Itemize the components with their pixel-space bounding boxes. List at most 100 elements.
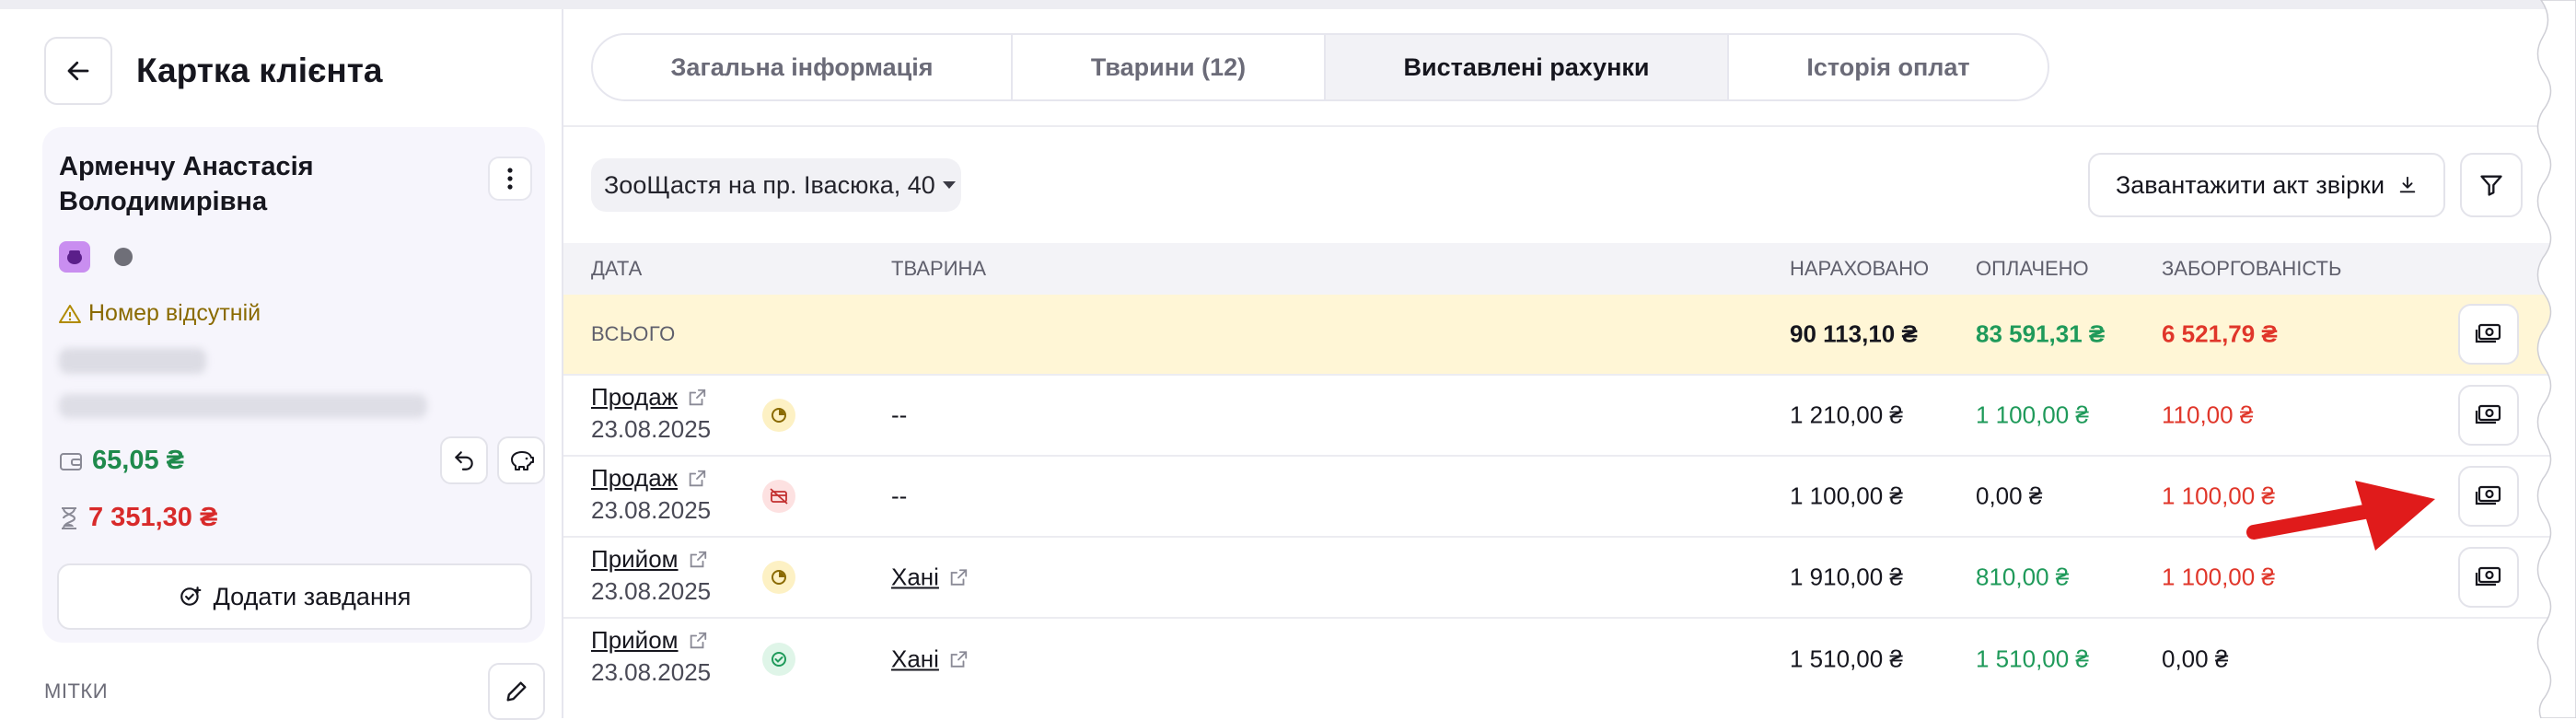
- header-date: ДАТА: [591, 257, 643, 280]
- main-content: Загальна інформація Тварини (12) Виставл…: [563, 9, 2552, 718]
- header-charged: НАРАХОВАНО: [1790, 257, 1930, 280]
- total-label: ВСЬОГО: [591, 322, 676, 345]
- status-unpaid-icon: [762, 480, 795, 513]
- export-reconciliation-button[interactable]: Завантажити акт звірки: [2088, 153, 2445, 217]
- tab-general-info[interactable]: Загальна інформація: [593, 35, 1013, 99]
- app-window: Картка клієнта Арменчу Анастасія Володим…: [0, 0, 2576, 720]
- pet-name: --: [891, 401, 908, 429]
- table-total-row: ВСЬОГО 90 113,10 ₴ 83 591,31 ₴ 6 521,79 …: [563, 295, 2552, 376]
- document-link[interactable]: Продаж: [591, 383, 711, 412]
- document-link[interactable]: Прийом: [591, 626, 711, 655]
- undo-icon: [455, 451, 473, 470]
- row-charged: 1 510,00 ₴: [1790, 645, 1903, 673]
- document-date: 23.08.2025: [591, 577, 712, 605]
- annotation-arrow: [2246, 481, 2435, 551]
- debt-row: 7 351,30 ₴: [59, 503, 217, 533]
- table-row: Прийом 23.08.2025 Хані 1 510,00 ₴ 1 510,…: [563, 619, 2552, 700]
- add-task-label: Додати завдання: [213, 582, 412, 610]
- task-add-icon: [180, 586, 201, 606]
- window-top-strip: [0, 0, 2576, 9]
- kebab-menu-icon: [507, 168, 513, 190]
- document-type[interactable]: Прийом: [591, 626, 679, 655]
- money-icon: [2475, 485, 2501, 505]
- document-type[interactable]: Прийом: [591, 545, 679, 574]
- tab-pets[interactable]: Тварини (12): [1013, 35, 1326, 99]
- document-link[interactable]: Продаж: [591, 464, 711, 493]
- redacted-address: [59, 394, 427, 418]
- status-partial-icon: [762, 399, 795, 432]
- client-sidebar: Картка клієнта Арменчу Анастасія Володим…: [9, 9, 563, 720]
- row-paid: 1 510,00 ₴: [1976, 645, 2089, 673]
- row-debt: 110,00 ₴: [2162, 401, 2254, 429]
- filter-icon: [2480, 175, 2502, 196]
- row-debt: 0,00 ₴: [2162, 645, 2229, 673]
- document-date: 23.08.2025: [591, 415, 712, 443]
- pet-link[interactable]: Хані: [891, 645, 969, 674]
- header-debt: ЗАБОРГОВАНІСТЬ: [2162, 257, 2342, 280]
- document-cell: Продаж 23.08.2025: [591, 464, 711, 525]
- money-icon: [2475, 566, 2501, 586]
- deposit-button[interactable]: [497, 436, 545, 484]
- download-icon: [2399, 176, 2416, 193]
- invoices-table: ДАТА ТВАРИНА НАРАХОВАНО ОПЛАЧЕНО ЗАБОРГО…: [563, 243, 2552, 700]
- row-paid: 810,00 ₴: [1976, 563, 2070, 591]
- client-debt: 7 351,30 ₴: [88, 503, 218, 532]
- tab-payment-history[interactable]: Історія оплат: [1729, 35, 2048, 99]
- client-tag-purple[interactable]: [59, 241, 90, 273]
- row-charged: 1 210,00 ₴: [1790, 401, 1903, 429]
- location-select[interactable]: ЗооЩастя на пр. Івасюка, 40: [591, 158, 961, 212]
- document-date: 23.08.2025: [591, 658, 712, 686]
- torn-edge-decoration: [2536, 0, 2576, 718]
- pay-button[interactable]: [2458, 385, 2519, 446]
- external-link-icon[interactable]: [948, 567, 969, 587]
- external-link-icon[interactable]: [687, 388, 707, 408]
- pay-all-button[interactable]: [2458, 304, 2519, 365]
- caret-down-icon: [942, 181, 956, 189]
- tags-section-label: МІТКИ: [44, 679, 109, 703]
- client-menu-button[interactable]: [488, 157, 532, 201]
- total-paid: 83 591,31 ₴: [1976, 319, 2106, 348]
- warning-icon: [59, 304, 81, 323]
- client-balance: 65,05 ₴: [92, 446, 184, 475]
- header-paid: ОПЛАЧЕНО: [1976, 257, 2089, 280]
- pet-name[interactable]: Хані: [891, 563, 939, 592]
- money-icon: [2475, 404, 2501, 424]
- refund-button[interactable]: [440, 436, 488, 484]
- page-title: Картка клієнта: [136, 52, 383, 89]
- tab-issued-invoices[interactable]: Виставлені рахунки: [1326, 35, 1729, 99]
- client-card: Арменчу Анастасія Володимирівна Номер ві…: [42, 127, 545, 643]
- total-debt: 6 521,79 ₴: [2162, 319, 2278, 348]
- pay-button[interactable]: [2458, 547, 2519, 608]
- money-icon: [2475, 323, 2501, 343]
- pet-name: --: [891, 482, 908, 510]
- document-type[interactable]: Продаж: [591, 464, 678, 493]
- back-button[interactable]: [44, 37, 112, 105]
- piggy-bank-icon: [511, 451, 534, 470]
- wallet-icon: [60, 452, 82, 470]
- arrow-left-icon: [67, 61, 89, 81]
- external-link-icon[interactable]: [687, 469, 707, 489]
- table-header: ДАТА ТВАРИНА НАРАХОВАНО ОПЛАЧЕНО ЗАБОРГО…: [563, 243, 2552, 295]
- client-name: Арменчу Анастасія Володимирівна: [59, 152, 314, 216]
- external-link-icon[interactable]: [688, 631, 708, 651]
- document-cell: Прийом 23.08.2025: [591, 545, 711, 606]
- pencil-icon: [506, 681, 527, 702]
- document-link[interactable]: Прийом: [591, 545, 711, 574]
- export-reconciliation-label: Завантажити акт звірки: [2115, 170, 2385, 199]
- row-charged: 1 910,00 ₴: [1790, 563, 1903, 591]
- pet-name[interactable]: Хані: [891, 645, 939, 674]
- add-task-button[interactable]: Додати завдання: [57, 563, 532, 630]
- pet-link[interactable]: Хані: [891, 563, 969, 592]
- external-link-icon[interactable]: [948, 649, 969, 669]
- row-debt: 1 100,00 ₴: [2162, 563, 2275, 591]
- row-paid: 1 100,00 ₴: [1976, 401, 2089, 429]
- client-status-dot: [114, 248, 133, 266]
- pay-button[interactable]: [2458, 466, 2519, 527]
- redacted-email: [59, 348, 206, 374]
- filter-button[interactable]: [2460, 153, 2523, 217]
- document-type[interactable]: Продаж: [591, 383, 678, 412]
- header-pet: ТВАРИНА: [891, 257, 987, 280]
- external-link-icon[interactable]: [688, 550, 708, 570]
- edit-tags-button[interactable]: [488, 663, 545, 720]
- tabs-bar: Загальна інформація Тварини (12) Виставл…: [591, 33, 2049, 101]
